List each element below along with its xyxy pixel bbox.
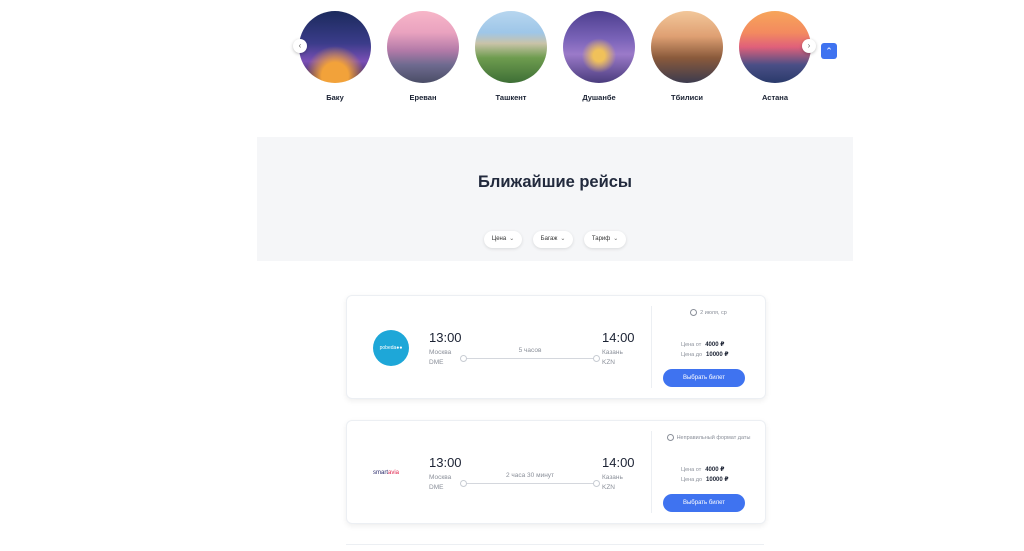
price-panel: Неправильный формат даты Цена от 4000 ₽ Ц…	[652, 421, 765, 523]
price-from: Цена от 4000 ₽	[681, 341, 724, 348]
arrival-code: KZN	[602, 484, 615, 491]
flight-date-text: Неправильный формат даты	[676, 434, 751, 441]
departure-info: 13:00 Москва DME	[429, 330, 462, 368]
chevron-down-icon: ⌄	[613, 236, 619, 242]
next-flight-card-edge	[346, 544, 764, 551]
section-title: Ближайшие рейсы	[477, 173, 633, 191]
departure-time: 13:00	[429, 330, 462, 345]
flight-date-text: 2 июля, ср	[700, 309, 727, 316]
price-panel: 2 июля, ср Цена от 4000 ₽ Цена до 10000 ₽ …	[652, 296, 765, 398]
origin-dot	[460, 355, 467, 362]
filter-bar: Цена ⌄ Багаж ⌄ Тариф ⌄	[257, 227, 853, 248]
destination-name: Ереван	[409, 93, 437, 102]
flight-duration: 5 часов	[518, 347, 542, 354]
price-to-label: Цена до	[681, 352, 703, 358]
arrival-time: 14:00	[602, 455, 635, 470]
destination-card[interactable]: Тбилиси	[650, 11, 724, 102]
destination-card[interactable]: Баку	[298, 11, 372, 102]
destination-photo	[475, 11, 547, 83]
chevron-down-icon: ⌄	[509, 236, 515, 242]
destination-photo	[651, 11, 723, 83]
pobeda-logo: pobeda●●	[373, 330, 409, 366]
filter-label: Багаж	[540, 236, 558, 242]
destination-name: Астана	[761, 93, 789, 102]
origin-dot	[460, 480, 467, 487]
scroll-to-top-button[interactable]: ⌃	[821, 43, 837, 59]
destinations-carousel: Баку Ереван Ташкент Душанбе Тбилиси Аста…	[290, 8, 830, 108]
price-to-value: 10000 ₽	[706, 352, 729, 358]
destination-card[interactable]: Ташкент	[474, 11, 548, 102]
flight-card: smartavia 13:00 Москва DME 2 часа 30 мин…	[346, 420, 766, 524]
price-to-label: Цена до	[681, 477, 703, 483]
filter-baggage-dropdown[interactable]: Багаж ⌄	[532, 231, 574, 248]
destination-photo	[563, 11, 635, 83]
price-to-value: 10000 ₽	[706, 477, 729, 483]
departure-code: DME	[429, 359, 444, 366]
departure-city: Москва	[429, 349, 452, 356]
filter-tariff-dropdown[interactable]: Тариф ⌄	[583, 231, 627, 248]
price-from-label: Цена от	[681, 342, 702, 348]
filter-label: Цена	[491, 236, 507, 242]
destination-dot	[593, 480, 600, 487]
arrival-time: 14:00	[602, 330, 635, 345]
price-from: Цена от 4000 ₽	[681, 466, 724, 473]
chevron-up-icon: ⌃	[825, 46, 833, 56]
filter-label: Тариф	[591, 236, 611, 242]
flight-date: Неправильный формат даты	[652, 434, 765, 441]
arrival-city: Казань	[602, 349, 623, 356]
logo-text: smart	[373, 470, 388, 476]
price-to: Цена до 10000 ₽	[681, 476, 729, 483]
flight-duration: 2 часа 30 минут	[505, 472, 555, 479]
airline-logo: pobeda●●	[373, 330, 409, 366]
logo-text: avia	[388, 470, 400, 476]
flight-date: 2 июля, ср	[652, 309, 765, 316]
flight-card: pobeda●● 13:00 Москва DME 5 часов 14:00 …	[346, 295, 766, 399]
select-ticket-button[interactable]: Выбрать билет	[663, 494, 745, 512]
clock-icon	[666, 434, 674, 441]
filter-price-dropdown[interactable]: Цена ⌄	[483, 231, 523, 248]
destination-card[interactable]: Астана	[738, 11, 812, 102]
destination-dot	[593, 355, 600, 362]
airline-logo: smartavia	[373, 455, 409, 491]
destination-photo	[299, 11, 371, 83]
select-ticket-button[interactable]: Выбрать билет	[663, 369, 745, 387]
destination-card[interactable]: Душанбе	[562, 11, 636, 102]
smartavia-logo: smartavia	[373, 455, 409, 491]
arrival-code: KZN	[602, 359, 615, 366]
price-from-label: Цена от	[681, 467, 702, 473]
price-from-value: 4000 ₽	[705, 342, 725, 348]
route-line	[460, 480, 600, 487]
destination-name: Баку	[326, 93, 344, 102]
destination-photo	[387, 11, 459, 83]
clock-icon	[690, 309, 698, 316]
departure-city: Москва	[429, 474, 452, 481]
departure-info: 13:00 Москва DME	[429, 455, 462, 493]
destination-name: Душанбе	[582, 93, 616, 102]
route-line	[460, 355, 600, 362]
arrival-info: 14:00 Казань KZN	[602, 330, 635, 368]
nearest-flights-header: Ближайшие рейсы Цена ⌄ Багаж ⌄ Тариф ⌄	[257, 137, 853, 261]
destination-card[interactable]: Ереван	[386, 11, 460, 102]
destination-photo	[739, 11, 811, 83]
chevron-down-icon: ⌄	[560, 236, 566, 242]
arrival-city: Казань	[602, 474, 623, 481]
price-to: Цена до 10000 ₽	[681, 351, 729, 358]
price-from-value: 4000 ₽	[705, 467, 725, 473]
departure-code: DME	[429, 484, 444, 491]
arrival-info: 14:00 Казань KZN	[602, 455, 635, 493]
carousel-prev-button[interactable]: ‹	[293, 39, 307, 53]
departure-time: 13:00	[429, 455, 462, 470]
carousel-next-button[interactable]: ›	[802, 39, 816, 53]
destination-name: Ташкент	[495, 93, 527, 102]
destination-name: Тбилиси	[671, 93, 703, 102]
